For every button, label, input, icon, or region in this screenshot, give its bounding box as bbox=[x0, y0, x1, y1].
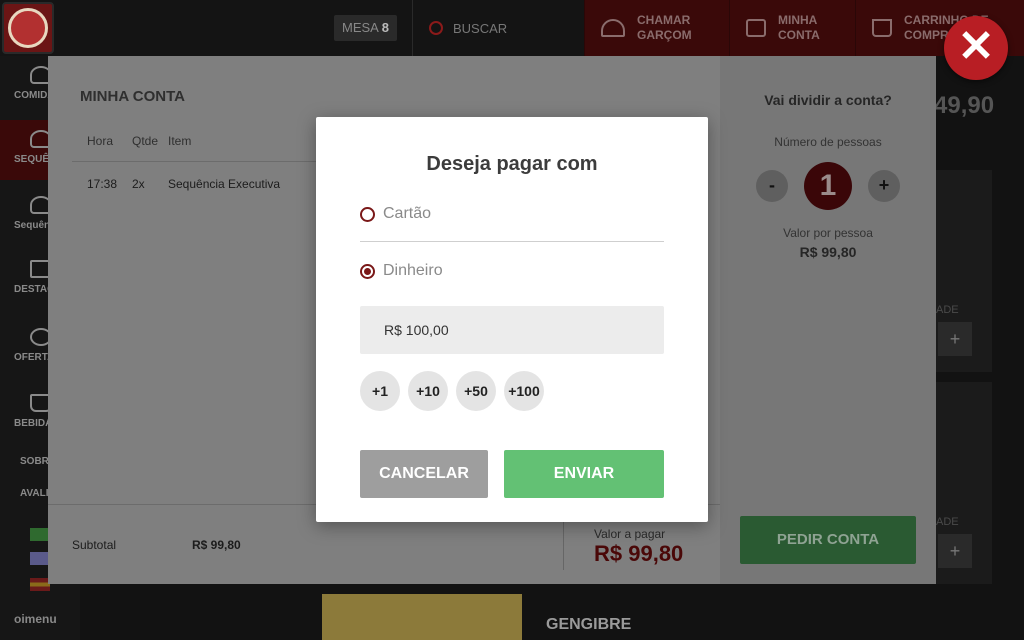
call-waiter-line2: GARÇOM bbox=[637, 28, 692, 42]
row-qtde: 2x bbox=[132, 177, 145, 191]
dialog-title: Deseja pagar com bbox=[426, 153, 598, 175]
send-button[interactable]: ENVIAR bbox=[504, 450, 664, 498]
add-100-button[interactable]: +100 bbox=[504, 371, 544, 411]
split-title: Vai dividir a conta? bbox=[764, 92, 892, 108]
wallet-icon bbox=[746, 19, 766, 37]
radio-selected-icon[interactable] bbox=[360, 263, 375, 279]
radio-unselected-icon[interactable] bbox=[360, 206, 375, 222]
my-account-line2: CONTA bbox=[778, 28, 820, 42]
qty-label: ADE bbox=[936, 516, 959, 528]
add-1-button[interactable]: +1 bbox=[360, 371, 400, 411]
usa-flag-icon[interactable] bbox=[30, 552, 50, 565]
people-count: 1 bbox=[804, 162, 852, 210]
background-price: 49,90 bbox=[934, 92, 995, 119]
add-50-button[interactable]: +50 bbox=[456, 371, 496, 411]
people-count-label: Número de pessoas bbox=[774, 135, 882, 149]
close-button[interactable]: ✕ bbox=[944, 16, 1008, 80]
payment-option-label: Cartão bbox=[383, 205, 432, 222]
per-person-label: Valor por pessoa bbox=[783, 226, 873, 240]
restaurant-logo[interactable] bbox=[2, 2, 54, 54]
table-number: 8 bbox=[381, 20, 389, 35]
radio-dot bbox=[364, 267, 371, 275]
call-waiter-button[interactable]: CHAMAR GARÇOM bbox=[584, 0, 729, 56]
search-label: BUSCAR bbox=[453, 20, 508, 36]
qty-label: ADE bbox=[936, 304, 959, 316]
divider bbox=[563, 522, 564, 570]
divider bbox=[360, 241, 664, 242]
top-bar: MESA 8 BUSCAR CHAMAR GARÇOM MINHA CONTA CA… bbox=[0, 0, 1024, 56]
cash-amount-field[interactable]: R$ 100,00 bbox=[360, 306, 664, 354]
per-person-value: R$ 99,80 bbox=[799, 244, 857, 260]
cart-icon bbox=[872, 19, 892, 37]
add-10-button[interactable]: +10 bbox=[408, 371, 448, 411]
column-qtde: Qtde bbox=[132, 134, 159, 148]
amount-due-value: R$ 99,80 bbox=[594, 541, 684, 566]
request-bill-button[interactable]: PEDIR CONTA bbox=[740, 516, 916, 564]
column-hora: Hora bbox=[87, 134, 114, 148]
payment-option-card[interactable]: Cartão bbox=[360, 194, 664, 234]
my-account-button[interactable]: MINHA CONTA bbox=[729, 0, 855, 56]
payment-option-label: Dinheiro bbox=[383, 262, 443, 279]
lion-logo-icon bbox=[8, 8, 48, 48]
search-button[interactable]: BUSCAR bbox=[412, 0, 584, 56]
brazil-flag-icon[interactable] bbox=[30, 528, 50, 541]
cancel-button[interactable]: CANCELAR bbox=[360, 450, 488, 498]
row-item: Sequência Executiva bbox=[168, 177, 281, 191]
table-label: MESA bbox=[342, 20, 379, 35]
payment-option-cash[interactable]: Dinheiro bbox=[360, 251, 664, 291]
spain-flag-icon[interactable] bbox=[30, 578, 50, 591]
subtotal-value: R$ 99,80 bbox=[192, 538, 241, 552]
table-badge: MESA 8 bbox=[334, 15, 397, 41]
oimenu-logo: oimenu bbox=[14, 612, 57, 626]
amount-due-label: Valor a pagar bbox=[594, 527, 666, 541]
product-name: GENGIBRE bbox=[546, 616, 632, 633]
increase-people-button[interactable]: + bbox=[868, 170, 900, 202]
payment-method-dialog: Deseja pagar com Cartão Dinheiro R$ 100,… bbox=[316, 117, 708, 522]
increase-qty-button[interactable]: + bbox=[938, 322, 972, 356]
split-bill-panel: Vai dividir a conta? Número de pessoas -… bbox=[720, 56, 936, 584]
subtotal-label: Subtotal bbox=[72, 538, 117, 552]
call-waiter-line1: CHAMAR bbox=[637, 13, 691, 27]
column-item: Item bbox=[168, 134, 192, 148]
increase-qty-button[interactable]: + bbox=[938, 534, 972, 568]
account-title: MINHA CONTA bbox=[80, 88, 185, 105]
row-hora: 17:38 bbox=[87, 177, 118, 191]
product-image bbox=[322, 594, 522, 640]
decrease-people-button[interactable]: - bbox=[756, 170, 788, 202]
close-icon: ✕ bbox=[957, 22, 995, 71]
my-account-line1: MINHA bbox=[778, 13, 818, 27]
bell-icon bbox=[601, 19, 625, 37]
search-icon bbox=[429, 21, 443, 35]
